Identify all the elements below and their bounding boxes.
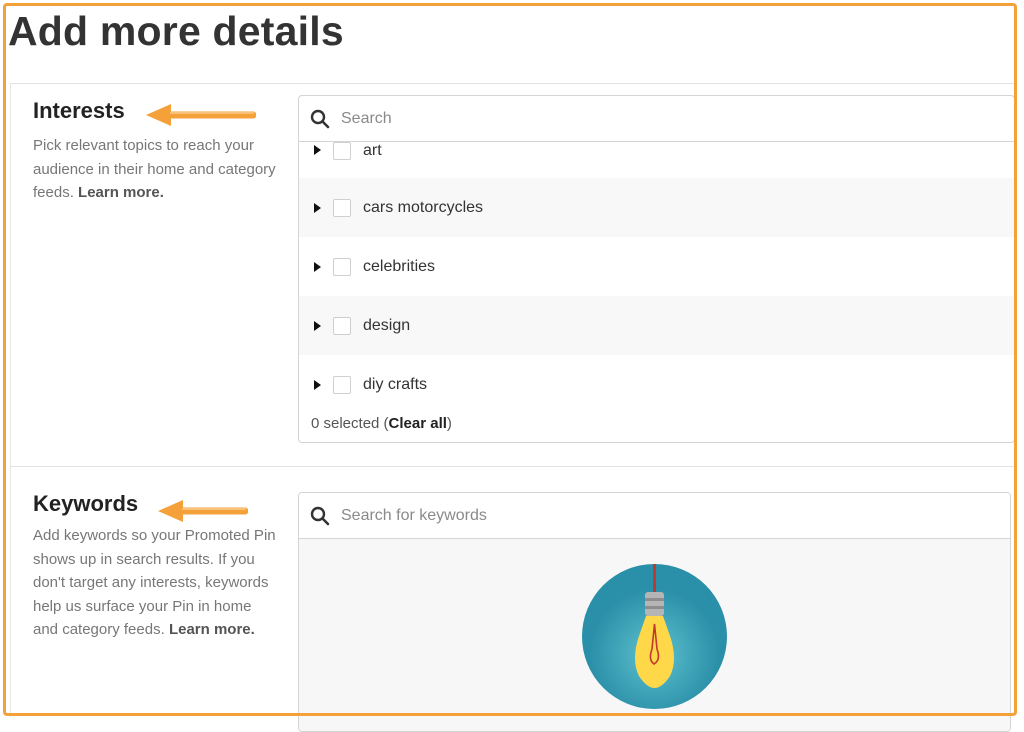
interests-search-input[interactable] <box>339 108 943 129</box>
keywords-search-bar <box>299 493 1010 539</box>
page-title: Add more details <box>8 8 344 54</box>
interest-label: celebrities <box>363 257 436 275</box>
list-item[interactable]: celebrities <box>299 237 1014 296</box>
arrow-left-icon <box>158 500 248 522</box>
interest-label: cars motorcycles <box>363 198 484 216</box>
clear-all-link[interactable]: Clear all <box>389 415 447 432</box>
interests-search-bar <box>299 96 1014 142</box>
caret-right-icon[interactable] <box>314 379 321 390</box>
caret-right-icon[interactable] <box>314 202 321 213</box>
interest-checkbox[interactable] <box>333 375 351 394</box>
arrow-left-icon <box>146 104 256 126</box>
list-item[interactable]: cars motorcycles <box>299 178 1014 237</box>
interests-section: Interests Pick relevant topics to reach … <box>10 83 1015 467</box>
caret-right-icon[interactable] <box>314 320 321 331</box>
interest-label: diy crafts <box>363 375 428 393</box>
lightbulb-icon <box>582 564 727 709</box>
list-item[interactable]: diy crafts <box>299 355 1014 414</box>
interests-list: art cars motorcycles celebrities design <box>299 142 1014 414</box>
caret-right-icon[interactable] <box>314 261 321 272</box>
selected-count: 0 selected (Clear all) <box>311 415 452 432</box>
keywords-picker <box>298 492 1011 732</box>
interest-checkbox[interactable] <box>333 257 351 276</box>
interests-picker: art cars motorcycles celebrities design <box>298 95 1015 443</box>
list-item[interactable]: art <box>299 142 1014 178</box>
keywords-heading: Keywords <box>33 491 139 516</box>
keywords-learn-more-link[interactable]: Learn more. <box>169 621 255 638</box>
selected-count-text: 0 selected ( <box>311 415 389 432</box>
search-icon <box>310 109 330 128</box>
interest-label: art <box>363 142 382 159</box>
keywords-section: Keywords Add keywords so your Promoted P… <box>10 466 1015 732</box>
interest-checkbox[interactable] <box>333 142 351 160</box>
keywords-description: Add keywords so your Promoted Pin shows … <box>33 524 278 642</box>
keywords-search-input[interactable] <box>339 505 943 526</box>
interests-heading: Interests <box>33 98 125 123</box>
interest-checkbox[interactable] <box>333 198 351 217</box>
interest-checkbox[interactable] <box>333 316 351 335</box>
interests-description: Pick relevant topics to reach your audie… <box>33 134 278 205</box>
caret-right-icon[interactable] <box>314 145 321 155</box>
interest-label: design <box>363 316 411 334</box>
list-item[interactable]: design <box>299 296 1014 355</box>
keywords-empty-state <box>299 539 1010 731</box>
search-icon <box>310 506 330 525</box>
interests-learn-more-link[interactable]: Learn more. <box>78 184 164 201</box>
selected-count-suffix: ) <box>446 415 452 432</box>
